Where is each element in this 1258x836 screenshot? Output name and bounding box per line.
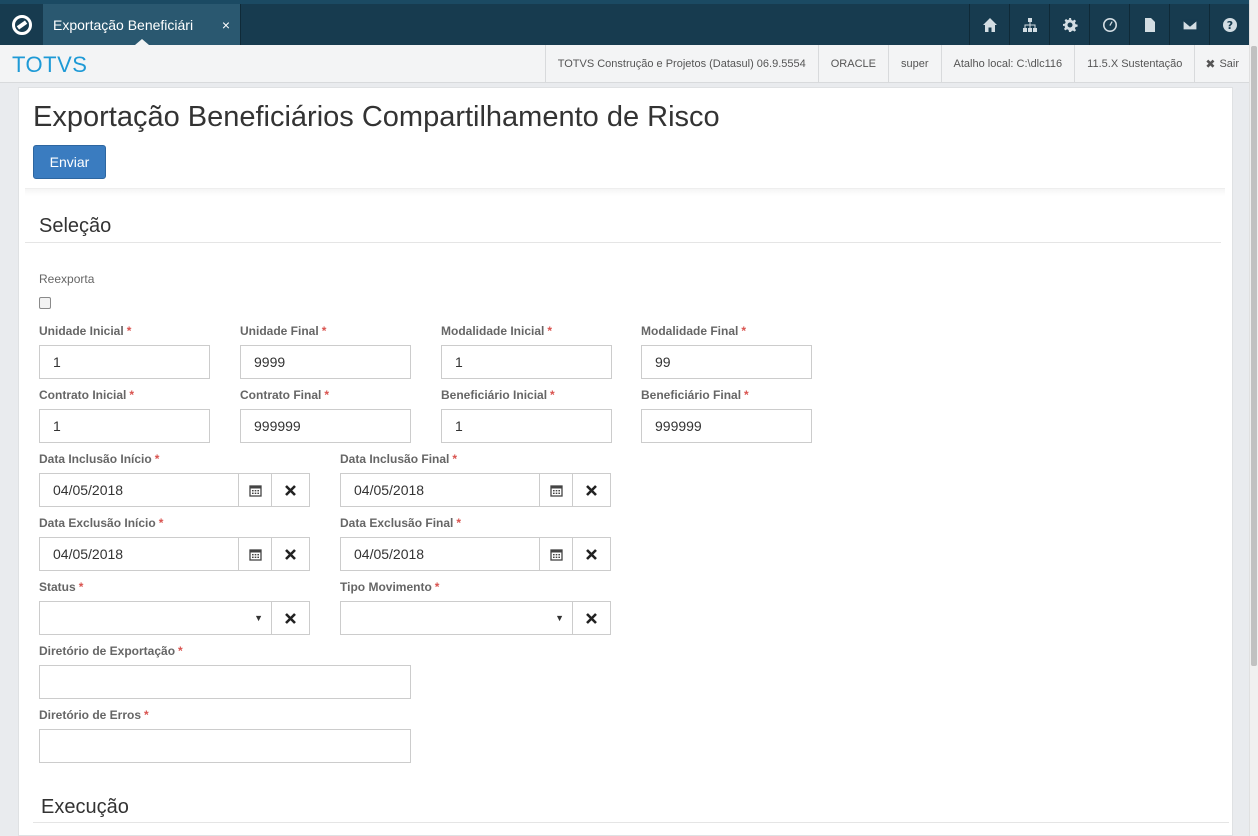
data-exclusao-final-field: 04/05/2018 bbox=[340, 537, 611, 571]
database-type: ORACLE bbox=[817, 45, 888, 83]
document-icon[interactable] bbox=[1129, 4, 1169, 45]
contrato-final-label: Contrato Final * bbox=[240, 388, 329, 402]
close-icon: ✖ bbox=[1205, 57, 1216, 71]
diretorio-exportacao-label: Diretório de Exportação * bbox=[39, 644, 183, 658]
calendar-icon[interactable] bbox=[238, 538, 271, 570]
help-icon[interactable]: ? bbox=[1209, 4, 1249, 45]
top-navigation-bar: Exportação Beneficiári × ? bbox=[0, 0, 1249, 45]
section-title-execution: Execução bbox=[41, 796, 129, 818]
contrato-final-input[interactable]: 999999 bbox=[240, 409, 411, 443]
unidade-final-input[interactable]: 9999 bbox=[240, 345, 411, 379]
data-inclusao-final-label: Data Inclusão Final * bbox=[340, 452, 458, 466]
data-exclusao-inicio-input[interactable]: 04/05/2018 bbox=[40, 538, 238, 570]
clear-icon[interactable] bbox=[271, 538, 309, 570]
current-user: super bbox=[888, 45, 941, 83]
calendar-icon[interactable] bbox=[539, 474, 572, 506]
section-title-selection: Seleção bbox=[39, 215, 112, 237]
send-button[interactable]: Enviar bbox=[33, 145, 106, 179]
clear-icon[interactable] bbox=[271, 474, 309, 506]
clock-icon[interactable] bbox=[1089, 4, 1129, 45]
page-title: Exportação Beneficiários Compartilhament… bbox=[33, 101, 720, 133]
beneficiario-final-input[interactable]: 999999 bbox=[641, 409, 812, 443]
beneficiario-inicial-input[interactable]: 1 bbox=[441, 409, 612, 443]
chevron-down-icon: ▼ bbox=[254, 613, 263, 623]
home-icon[interactable] bbox=[969, 4, 1009, 45]
data-exclusao-inicio-label: Data Exclusão Início * bbox=[39, 516, 164, 530]
product-version: TOTVS Construção e Projetos (Datasul) 06… bbox=[544, 45, 818, 83]
contrato-inicial-input[interactable]: 1 bbox=[39, 409, 210, 443]
calendar-icon[interactable] bbox=[238, 474, 271, 506]
tab-label: Exportação Beneficiári bbox=[53, 16, 194, 33]
contrato-inicial-label: Contrato Inicial * bbox=[39, 388, 135, 402]
tipo-movimento-field: ▼ bbox=[340, 601, 611, 635]
context-bar: TOTVS TOTVS Construção e Projetos (Datas… bbox=[0, 45, 1249, 83]
environment-name: 11.5.X Sustentação bbox=[1074, 45, 1194, 83]
tab-exportacao-beneficiarios[interactable]: Exportação Beneficiári × bbox=[43, 4, 241, 45]
sitemap-icon[interactable] bbox=[1009, 4, 1049, 45]
reexport-label: Reexporta bbox=[39, 272, 95, 286]
data-exclusao-final-label: Data Exclusão Final * bbox=[340, 516, 462, 530]
chevron-down-icon: ▼ bbox=[555, 613, 564, 623]
status-field: ▼ bbox=[39, 601, 310, 635]
unidade-inicial-input[interactable]: 1 bbox=[39, 345, 210, 379]
beneficiario-inicial-label: Beneficiário Inicial * bbox=[441, 388, 555, 402]
clear-icon[interactable] bbox=[572, 474, 610, 506]
header-divider bbox=[25, 188, 1225, 196]
exit-button[interactable]: ✖ Sair bbox=[1194, 45, 1249, 83]
clear-icon[interactable] bbox=[271, 602, 309, 634]
section-divider bbox=[25, 242, 1221, 243]
local-shortcut: Atalho local: C:\dlc116 bbox=[940, 45, 1075, 83]
tipo-movimento-label: Tipo Movimento * bbox=[340, 580, 440, 594]
envelope-icon[interactable] bbox=[1169, 4, 1209, 45]
beneficiario-final-label: Beneficiário Final * bbox=[641, 388, 749, 402]
tipo-movimento-select[interactable]: ▼ bbox=[341, 602, 572, 634]
reexport-checkbox[interactable] bbox=[39, 297, 51, 309]
tab-close-icon[interactable]: × bbox=[212, 17, 240, 33]
modalidade-final-label: Modalidade Final * bbox=[641, 324, 747, 338]
data-inclusao-inicio-field: 04/05/2018 bbox=[39, 473, 310, 507]
status-select[interactable]: ▼ bbox=[40, 602, 271, 634]
diretorio-erros-input[interactable] bbox=[39, 729, 411, 763]
totvs-logo-icon[interactable] bbox=[0, 4, 43, 45]
data-inclusao-final-field: 04/05/2018 bbox=[340, 473, 611, 507]
data-inclusao-inicio-label: Data Inclusão Início * bbox=[39, 452, 160, 466]
unidade-final-label: Unidade Final * bbox=[240, 324, 327, 338]
modalidade-inicial-input[interactable]: 1 bbox=[441, 345, 612, 379]
gear-icon[interactable] bbox=[1049, 4, 1089, 45]
scrollbar-thumb[interactable] bbox=[1251, 46, 1257, 666]
modalidade-final-input[interactable]: 99 bbox=[641, 345, 812, 379]
unidade-inicial-label: Unidade Inicial * bbox=[39, 324, 132, 338]
calendar-icon[interactable] bbox=[539, 538, 572, 570]
data-exclusao-final-input[interactable]: 04/05/2018 bbox=[341, 538, 539, 570]
clear-icon[interactable] bbox=[572, 538, 610, 570]
brand-logo[interactable]: TOTVS bbox=[12, 52, 87, 78]
main-panel: Exportação Beneficiários Compartilhament… bbox=[18, 87, 1233, 836]
clear-icon[interactable] bbox=[572, 602, 610, 634]
context-info: TOTVS Construção e Projetos (Datasul) 06… bbox=[544, 45, 1249, 83]
data-inclusao-inicio-input[interactable]: 04/05/2018 bbox=[40, 474, 238, 506]
modalidade-inicial-label: Modalidade Inicial * bbox=[441, 324, 553, 338]
diretorio-exportacao-input[interactable] bbox=[39, 665, 411, 699]
data-exclusao-inicio-field: 04/05/2018 bbox=[39, 537, 310, 571]
exit-label: Sair bbox=[1219, 58, 1239, 70]
diretorio-erros-label: Diretório de Erros * bbox=[39, 708, 149, 722]
section-divider bbox=[33, 822, 1229, 823]
svg-text:?: ? bbox=[1226, 19, 1232, 32]
vertical-scrollbar[interactable] bbox=[1249, 0, 1258, 836]
top-icon-toolbar: ? bbox=[969, 4, 1249, 45]
status-label: Status * bbox=[39, 580, 84, 594]
data-inclusao-final-input[interactable]: 04/05/2018 bbox=[341, 474, 539, 506]
